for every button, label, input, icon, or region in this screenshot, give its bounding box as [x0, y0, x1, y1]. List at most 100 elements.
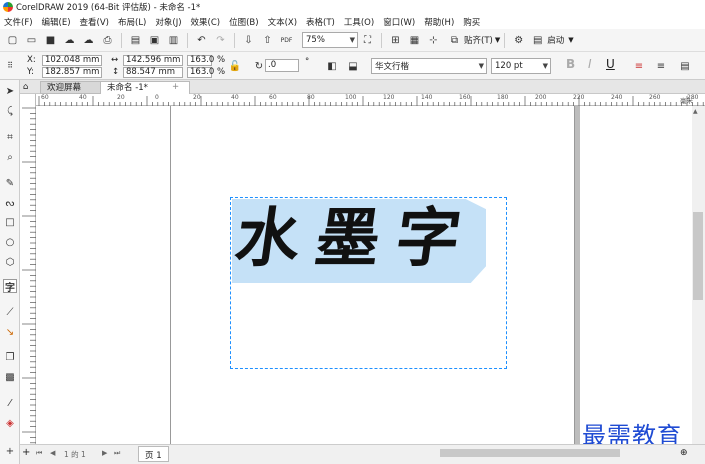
eyedropper-icon[interactable]: ⁄ — [3, 396, 17, 410]
separator — [504, 32, 506, 48]
drawing-canvas[interactable]: 水墨字 最需教育 — [36, 106, 705, 450]
mirror-horizontal-icon[interactable]: ◧ — [325, 59, 339, 73]
first-page-icon[interactable]: ⏮ — [36, 449, 42, 458]
menu-view[interactable]: 查看(V) — [80, 16, 109, 28]
full-screen-icon[interactable]: ⛶ — [360, 33, 375, 48]
menu-bitmaps[interactable]: 位图(B) — [229, 16, 258, 28]
snap-to-icon[interactable]: ⧉ — [447, 33, 462, 48]
paragraph-align-icon[interactable]: ≡ — [654, 59, 668, 73]
toolbox: ➤ ⤹ ⌗ ⌕ ✎ ᔓ □ ○ ⬡ 字 ⟋ ↘ ❐ ▩ ⁄ ◈ + — [0, 80, 20, 464]
width-icon: ↔ — [111, 55, 119, 65]
scroll-up-icon[interactable]: ▲ — [693, 108, 698, 115]
publish-pdf-icon[interactable]: PDF — [279, 33, 294, 48]
cloud-download-icon[interactable]: ☁ — [62, 33, 77, 48]
rectangle-tool-icon[interactable]: □ — [3, 215, 17, 229]
chevron-down-icon[interactable]: ▼ — [495, 36, 500, 44]
lock-ratio-icon[interactable]: 🔓 — [228, 59, 242, 73]
italic-button[interactable]: I — [588, 57, 592, 71]
ruler-tick-label: 180 — [497, 94, 509, 101]
rotation-angle-field[interactable]: .0 — [265, 59, 299, 72]
vertical-ruler[interactable] — [20, 94, 36, 444]
paste-icon[interactable]: ▥ — [166, 33, 181, 48]
next-page-icon[interactable]: ▶ — [102, 449, 107, 457]
crop-tool-icon[interactable]: ⌗ — [3, 130, 17, 144]
text-tool-icon[interactable]: 字 — [3, 279, 17, 294]
menu-effects[interactable]: 效果(C) — [191, 16, 221, 28]
ruler-tick-label: 20 — [117, 94, 125, 101]
zoom-tool-icon[interactable]: ⌕ — [3, 150, 17, 164]
bold-button[interactable]: B — [566, 57, 575, 71]
transparency-icon[interactable]: ▩ — [3, 370, 17, 384]
menu-help[interactable]: 帮助(H) — [424, 16, 454, 28]
reference-point-icon[interactable]: ⠿ — [3, 58, 17, 72]
vertical-scroll-thumb[interactable] — [693, 212, 703, 300]
navigator-icon[interactable]: ⊕ — [680, 448, 688, 458]
menu-window[interactable]: 窗口(W) — [383, 16, 415, 28]
x-position-field[interactable]: 102.048 mm — [42, 55, 102, 66]
menu-edit[interactable]: 编辑(E) — [42, 16, 71, 28]
show-grid-icon[interactable]: ▦ — [407, 33, 422, 48]
zoom-level-select[interactable]: 75% ▼ — [302, 32, 358, 48]
cloud-upload-icon[interactable]: ☁ — [81, 33, 96, 48]
document-text[interactable]: 水墨字 — [230, 194, 493, 284]
horizontal-scroll-thumb[interactable] — [440, 449, 620, 457]
height-field[interactable]: 88.547 mm — [123, 67, 183, 78]
text-columns-icon[interactable]: ▤ — [678, 59, 692, 73]
cut-icon[interactable]: ▤ — [128, 33, 143, 48]
redo-icon[interactable]: ↷ — [213, 33, 228, 48]
parallel-dimension-icon[interactable]: ⟋ — [3, 305, 17, 319]
menu-file[interactable]: 文件(F) — [4, 16, 33, 28]
menu-text[interactable]: 文本(X) — [268, 16, 297, 28]
last-page-icon[interactable]: ⏭ — [114, 449, 120, 458]
show-rulers-icon[interactable]: ⊞ — [388, 33, 403, 48]
underline-button[interactable]: U — [606, 57, 615, 71]
ruler-tick-label: 80 — [307, 94, 315, 101]
home-icon[interactable]: ⌂ — [20, 81, 36, 94]
menu-bar: 文件(F) 编辑(E) 查看(V) 布局(L) 对象(J) 效果(C) 位图(B… — [0, 14, 705, 29]
new-document-icon[interactable]: ▢ — [5, 33, 20, 48]
scale-x-field[interactable]: 163.0 — [187, 55, 214, 66]
pick-tool-icon[interactable]: ➤ — [3, 84, 17, 98]
font-family-select[interactable]: 华文行楷 ▼ — [371, 58, 487, 74]
print-icon[interactable]: ⎙ — [100, 33, 115, 48]
interactive-fill-icon[interactable]: ◈ — [3, 416, 17, 430]
import-icon[interactable]: ⇩ — [241, 33, 256, 48]
menu-layout[interactable]: 布局(L) — [118, 16, 146, 28]
export-icon[interactable]: ⇧ — [260, 33, 275, 48]
ruler-tick-label: 40 — [231, 94, 239, 101]
chevron-down-icon[interactable]: ▼ — [568, 36, 573, 44]
text-properties-icon[interactable]: ≡ — [632, 59, 646, 73]
gear-icon[interactable]: ⚙ — [511, 33, 526, 48]
menu-object[interactable]: 对象(J) — [155, 16, 181, 28]
tab-page-1[interactable]: 页 1 — [138, 446, 169, 462]
save-icon[interactable]: ■ — [43, 33, 58, 48]
connector-tool-icon[interactable]: ↘ — [3, 325, 17, 339]
add-tool-icon[interactable]: + — [3, 444, 17, 458]
polygon-tool-icon[interactable]: ⬡ — [3, 255, 17, 269]
undo-icon[interactable]: ↶ — [194, 33, 209, 48]
mirror-vertical-icon[interactable]: ⬓ — [346, 59, 360, 73]
prev-page-icon[interactable]: ◀ — [50, 449, 55, 457]
launch-label[interactable]: 启动 — [547, 34, 564, 46]
freehand-tool-icon[interactable]: ✎ — [3, 176, 17, 190]
y-position-field[interactable]: 182.857 mm — [42, 67, 102, 78]
drop-shadow-icon[interactable]: ❐ — [3, 350, 17, 364]
snap-to-label[interactable]: 贴齐(T) — [464, 34, 493, 46]
menu-buy[interactable]: 购买 — [463, 16, 480, 28]
horizontal-ruler-ticks — [38, 96, 704, 106]
launch-icon[interactable]: ▤ — [530, 33, 545, 48]
width-field[interactable]: 142.596 mm — [123, 55, 183, 66]
font-size-select[interactable]: 120 pt ▼ — [491, 58, 551, 74]
add-page-button[interactable]: + — [22, 447, 30, 458]
open-folder-icon[interactable]: ▭ — [24, 33, 39, 48]
shape-tool-icon[interactable]: ⤹ — [3, 104, 17, 118]
add-tab-button[interactable]: + — [166, 81, 185, 94]
horizontal-ruler[interactable]: 60 40 20 0 20 40 60 80 100 120 140 160 180 200 220 240 2… — [36, 94, 705, 106]
scale-y-field[interactable]: 163.0 — [187, 67, 214, 78]
menu-tools[interactable]: 工具(O) — [344, 16, 374, 28]
show-guidelines-icon[interactable]: ⊹ — [426, 33, 441, 48]
artistic-media-icon[interactable]: ᔓ — [3, 196, 17, 210]
menu-table[interactable]: 表格(T) — [306, 16, 335, 28]
copy-icon[interactable]: ▣ — [147, 33, 162, 48]
ellipse-tool-icon[interactable]: ○ — [3, 235, 17, 249]
